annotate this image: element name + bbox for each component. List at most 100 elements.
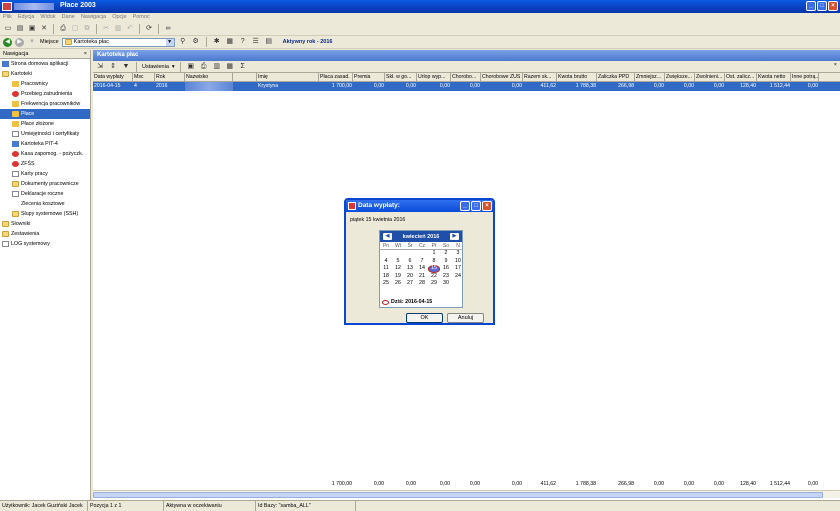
- maximize-button[interactable]: □: [471, 201, 481, 211]
- save-icon[interactable]: ▣: [27, 24, 37, 34]
- settings-menu[interactable]: Ustawienia: [142, 64, 169, 70]
- print-icon[interactable]: ⎙: [199, 62, 209, 72]
- nav-item-frekwencja[interactable]: Frekwencja pracowników: [0, 99, 90, 109]
- calendar-day[interactable]: 5: [392, 258, 404, 266]
- table-row[interactable]: 2016-04-15 4 2016 Krystyna 1 700,00 0,00 0,00 0…: [93, 82, 840, 91]
- horizontal-scrollbar[interactable]: [93, 490, 840, 498]
- calendar-day[interactable]: 22: [428, 273, 440, 281]
- menu-widok[interactable]: Widok: [40, 13, 55, 22]
- scrollbar-thumb[interactable]: [93, 492, 823, 498]
- chevron-down-icon[interactable]: ▾: [172, 64, 175, 70]
- help-icon[interactable]: ?: [238, 37, 248, 47]
- paste-icon[interactable]: ▥: [113, 24, 123, 34]
- delete-icon[interactable]: ✕: [39, 24, 49, 34]
- calendar-day[interactable]: 25: [380, 280, 392, 288]
- calendar-day[interactable]: 23: [440, 273, 452, 281]
- calendar-day[interactable]: 11: [380, 265, 392, 273]
- column-header[interactable]: Urlop wyp...: [417, 73, 451, 81]
- column-header[interactable]: Msc: [133, 73, 155, 81]
- next-month-button[interactable]: ▶: [449, 233, 459, 240]
- close-button[interactable]: ×: [828, 1, 838, 11]
- sort-icon[interactable]: ⇕: [108, 62, 118, 72]
- calendar-day[interactable]: 7: [416, 258, 428, 266]
- calendar-day[interactable]: 4: [380, 258, 392, 266]
- minimize-button[interactable]: _: [806, 1, 816, 11]
- column-header[interactable]: Kwota netto: [757, 73, 791, 81]
- menu-pomoc[interactable]: Pomoc: [133, 13, 150, 22]
- address-combobox[interactable]: Kartoteka płac ▼: [61, 37, 175, 47]
- nav-item-kasa[interactable]: Kasa zapomog. - pożyczk.: [0, 149, 90, 159]
- calendar-day[interactable]: 9: [440, 258, 452, 266]
- nav-item-slowniki[interactable]: Słowniki: [0, 219, 90, 229]
- menu-plik[interactable]: Plik: [3, 13, 12, 22]
- ok-button[interactable]: OK: [406, 313, 443, 323]
- column-header[interactable]: Zaliczka PPD: [597, 73, 635, 81]
- open-icon[interactable]: ▤: [15, 24, 25, 34]
- back-icon[interactable]: ◀: [3, 37, 12, 47]
- calendar-day[interactable]: 19: [392, 273, 404, 281]
- column-header[interactable]: Chorobowe ZUS: [481, 73, 523, 81]
- calendar-day[interactable]: 21: [416, 273, 428, 281]
- menu-opcje[interactable]: Opcje: [112, 13, 126, 22]
- close-icon[interactable]: ×: [834, 62, 837, 68]
- menu-edycja[interactable]: Edycja: [18, 13, 35, 22]
- calendar-day[interactable]: 29: [428, 280, 440, 288]
- column-header[interactable]: Inne potrą...: [791, 73, 819, 81]
- chevron-down-icon[interactable]: ▼: [165, 38, 174, 46]
- minimize-button[interactable]: _: [460, 201, 470, 211]
- columns-icon[interactable]: ▥: [212, 62, 222, 72]
- nav-item-log[interactable]: LOG systemowy: [0, 239, 90, 249]
- forward-icon[interactable]: ▶: [15, 37, 24, 47]
- column-header[interactable]: Data wypłaty: [93, 73, 133, 81]
- copy-icon[interactable]: ⧉: [82, 24, 92, 34]
- column-header[interactable]: Chorobo...: [451, 73, 481, 81]
- glasses-icon[interactable]: ∞: [163, 24, 173, 34]
- column-header[interactable]: Razem sk...: [523, 73, 557, 81]
- calendar-day[interactable]: 27: [404, 280, 416, 288]
- calendar-day[interactable]: 15: [428, 265, 440, 273]
- new-icon[interactable]: ▭: [3, 24, 13, 34]
- nav-item-dokumenty[interactable]: Dokumenty pracownicze: [0, 179, 90, 189]
- calculator-icon[interactable]: ▦: [225, 37, 235, 47]
- print-icon[interactable]: ⎙: [58, 24, 68, 34]
- column-header[interactable]: Zmniejsz...: [635, 73, 665, 81]
- calendar-day[interactable]: 10: [452, 258, 464, 266]
- calendar-day[interactable]: 12: [392, 265, 404, 273]
- column-header[interactable]: Ost. zalicz...: [725, 73, 757, 81]
- column-header[interactable]: Nazwisko: [185, 73, 233, 81]
- close-icon[interactable]: ×: [84, 50, 87, 58]
- menu-dane[interactable]: Dane: [62, 13, 75, 22]
- column-header[interactable]: Zwiększe...: [665, 73, 695, 81]
- calendar-day[interactable]: 24: [452, 273, 464, 281]
- list-icon[interactable]: ☰: [251, 37, 261, 47]
- nav-item-slupy[interactable]: Słupy systemowe (SSH): [0, 209, 90, 219]
- calendar-day[interactable]: 18: [380, 273, 392, 281]
- dialog-close-button[interactable]: ×: [482, 201, 492, 211]
- column-header[interactable]: Premia: [353, 73, 385, 81]
- nav-item-zestawienia[interactable]: Zestawienia: [0, 229, 90, 239]
- calendar-day[interactable]: 14: [416, 265, 428, 273]
- settings-icon[interactable]: ⚙: [191, 37, 201, 47]
- column-header[interactable]: [233, 73, 257, 81]
- undo-icon[interactable]: ↶: [125, 24, 135, 34]
- report-icon[interactable]: ▤: [264, 37, 274, 47]
- preview-icon[interactable]: ▢: [70, 24, 80, 34]
- refresh-icon[interactable]: ⟳: [144, 24, 154, 34]
- column-header[interactable]: Rok: [155, 73, 185, 81]
- column-header[interactable]: Kwota brutto: [557, 73, 597, 81]
- cancel-button[interactable]: Anuluj: [447, 313, 484, 323]
- menu-nawigacja[interactable]: Nawigacja: [81, 13, 106, 22]
- column-header[interactable]: Skł. w go...: [385, 73, 417, 81]
- nav-item-place-zlozone[interactable]: Płace złożone: [0, 119, 90, 129]
- nav-item-zfss[interactable]: ZFŚS: [0, 159, 90, 169]
- nav-item-przebieg[interactable]: Przebieg zatrudnienia: [0, 89, 90, 99]
- calendar-day[interactable]: 26: [392, 280, 404, 288]
- expand-icon[interactable]: ⇲: [95, 62, 105, 72]
- maximize-button[interactable]: □: [817, 1, 827, 11]
- tools-icon[interactable]: ✱: [212, 37, 222, 47]
- calendar-day[interactable]: 20: [404, 273, 416, 281]
- nav-item-kartoteki[interactable]: Kartoteki: [0, 69, 90, 79]
- up-icon[interactable]: ▾: [27, 37, 37, 47]
- nav-item-pracownicy[interactable]: Pracownicy: [0, 79, 90, 89]
- calendar-day[interactable]: 1: [428, 250, 440, 258]
